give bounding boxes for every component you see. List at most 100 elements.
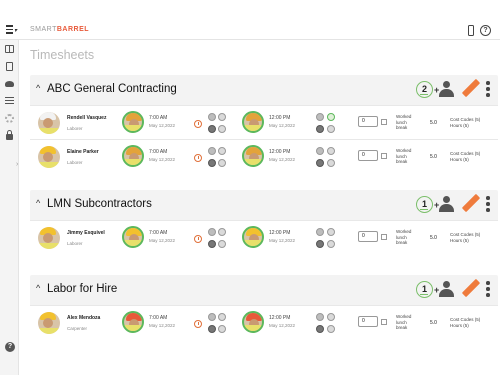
vest-icon	[316, 125, 324, 133]
worker-name: Rendell Vasquez	[67, 115, 107, 121]
cost-codes-label[interactable]: Cost Codes (5) Hours (5)	[450, 151, 490, 163]
worker-row: Elaine Parker Laborer 7:00 AM May 12,202…	[30, 139, 498, 173]
clock-out-time: 12:00 PM	[269, 230, 291, 236]
worked-lunch-checkbox[interactable]	[381, 153, 387, 159]
goggles-icon	[327, 147, 335, 155]
worker-role: Carpenter	[67, 326, 88, 331]
worker-avatar	[38, 112, 60, 134]
more-options-icon[interactable]	[485, 196, 491, 214]
goggles-icon	[327, 313, 335, 321]
section-header[interactable]: ^ ABC General Contracting 2 +	[30, 75, 498, 105]
lunch-minutes-input[interactable]: 0	[358, 116, 378, 127]
list-icon[interactable]	[5, 97, 14, 104]
section-header[interactable]: ^ LMN Subcontractors 1 +	[30, 190, 498, 220]
lunch-minutes-input[interactable]: 0	[358, 316, 378, 327]
gloves-icon	[327, 325, 335, 333]
company-section: ^ Labor for Hire 1 + Alex Mendoza Carpen…	[30, 275, 498, 339]
clock-out-photo	[242, 111, 264, 133]
edit-pencil-icon[interactable]	[461, 78, 481, 98]
worker-name: Alex Mendoza	[67, 315, 101, 321]
hardhat-icon	[208, 313, 216, 321]
app-logo: SMARTBARREL	[30, 26, 90, 33]
section-header[interactable]: ^ Labor for Hire 1 +	[30, 275, 498, 305]
menu-icon[interactable]: ▾	[6, 25, 18, 36]
gloves-icon	[327, 125, 335, 133]
cost-codes-label[interactable]: Cost Codes (5) Hours (5)	[450, 317, 490, 329]
clock-in-photo	[122, 111, 144, 133]
help-icon[interactable]: ?	[5, 342, 15, 352]
worker-count-badge: 1	[416, 281, 433, 298]
add-user-icon[interactable]: +	[434, 196, 454, 214]
goggles-icon	[327, 113, 335, 121]
worker-row: Rendell Vasquez Laborer 7:00 AM May 12,2…	[30, 105, 498, 139]
edit-pencil-icon[interactable]	[461, 278, 481, 298]
history-icon[interactable]	[194, 235, 202, 243]
section-title: ABC General Contracting	[47, 83, 177, 95]
gloves-icon	[218, 240, 226, 248]
page-title: Timesheets	[30, 48, 95, 62]
sidebar-expand-icon[interactable]: ›	[16, 161, 18, 168]
cost-codes-label[interactable]: Cost Codes (5) Hours (5)	[450, 232, 490, 244]
book-icon[interactable]	[5, 45, 14, 53]
worker-role: Laborer	[67, 160, 83, 165]
hours-total: 5.0	[430, 235, 437, 241]
collapse-chevron-icon[interactable]: ^	[36, 283, 40, 293]
hardhat-icon	[316, 113, 324, 121]
goggles-icon	[218, 228, 226, 236]
clock-out-time: 12:00 PM	[269, 315, 291, 321]
hours-total: 5.0	[430, 120, 437, 126]
more-options-icon[interactable]	[485, 81, 491, 99]
clock-out-photo	[242, 226, 264, 248]
goggles-icon	[218, 313, 226, 321]
more-options-icon[interactable]	[485, 281, 491, 299]
phone-icon[interactable]	[468, 25, 474, 36]
goggles-icon	[218, 113, 226, 121]
lock-icon[interactable]	[6, 130, 13, 140]
hardhat-icon	[316, 147, 324, 155]
help-icon[interactable]: ?	[480, 25, 491, 36]
worked-lunch-checkbox[interactable]	[381, 119, 387, 125]
worker-role: Laborer	[67, 126, 83, 131]
hardhat-icon	[316, 313, 324, 321]
lunch-minutes-input[interactable]: 0	[358, 150, 378, 161]
section-title: Labor for Hire	[47, 283, 118, 295]
lunch-minutes-input[interactable]: 0	[358, 231, 378, 242]
top-bar: ▾ SMARTBARREL ?	[0, 22, 500, 40]
collapse-chevron-icon[interactable]: ^	[36, 83, 40, 93]
history-icon[interactable]	[194, 154, 202, 162]
worker-row: Jimmy Esquivel Laborer 7:00 AM May 12,20…	[30, 220, 498, 254]
clock-out-date: May 12,2022	[269, 238, 296, 243]
sidebar: › ?	[0, 40, 19, 375]
document-icon[interactable]	[6, 62, 13, 71]
gloves-icon	[327, 159, 335, 167]
clock-out-date: May 12,2022	[269, 323, 296, 328]
vest-icon	[316, 240, 324, 248]
add-user-icon[interactable]: +	[434, 81, 454, 99]
worked-lunch-checkbox[interactable]	[381, 319, 387, 325]
history-icon[interactable]	[194, 320, 202, 328]
gear-icon[interactable]	[5, 114, 14, 123]
collapse-chevron-icon[interactable]: ^	[36, 198, 40, 208]
clock-in-date: May 12,2022	[149, 123, 176, 128]
users-icon[interactable]	[5, 81, 14, 87]
worked-lunch-label: Worked lunch break	[396, 148, 412, 164]
worked-lunch-label: Worked lunch break	[396, 114, 412, 130]
hours-total: 5.0	[430, 320, 437, 326]
clock-in-photo	[122, 226, 144, 248]
history-icon[interactable]	[194, 120, 202, 128]
vest-icon	[208, 125, 216, 133]
clock-out-time: 12:00 PM	[269, 149, 291, 155]
clock-in-photo	[122, 145, 144, 167]
clock-in-time: 7:00 AM	[149, 149, 168, 155]
add-user-icon[interactable]: +	[434, 281, 454, 299]
worked-lunch-checkbox[interactable]	[381, 234, 387, 240]
worker-count-badge: 2	[416, 81, 433, 98]
worker-row: Alex Mendoza Carpenter 7:00 AM May 12,20…	[30, 305, 498, 339]
vest-icon	[208, 325, 216, 333]
hardhat-icon	[208, 228, 216, 236]
worker-count-badge: 1	[416, 196, 433, 213]
cost-codes-label[interactable]: Cost Codes (5) Hours (5)	[450, 117, 490, 129]
vest-icon	[316, 159, 324, 167]
clock-out-date: May 12,2022	[269, 123, 296, 128]
edit-pencil-icon[interactable]	[461, 193, 481, 213]
